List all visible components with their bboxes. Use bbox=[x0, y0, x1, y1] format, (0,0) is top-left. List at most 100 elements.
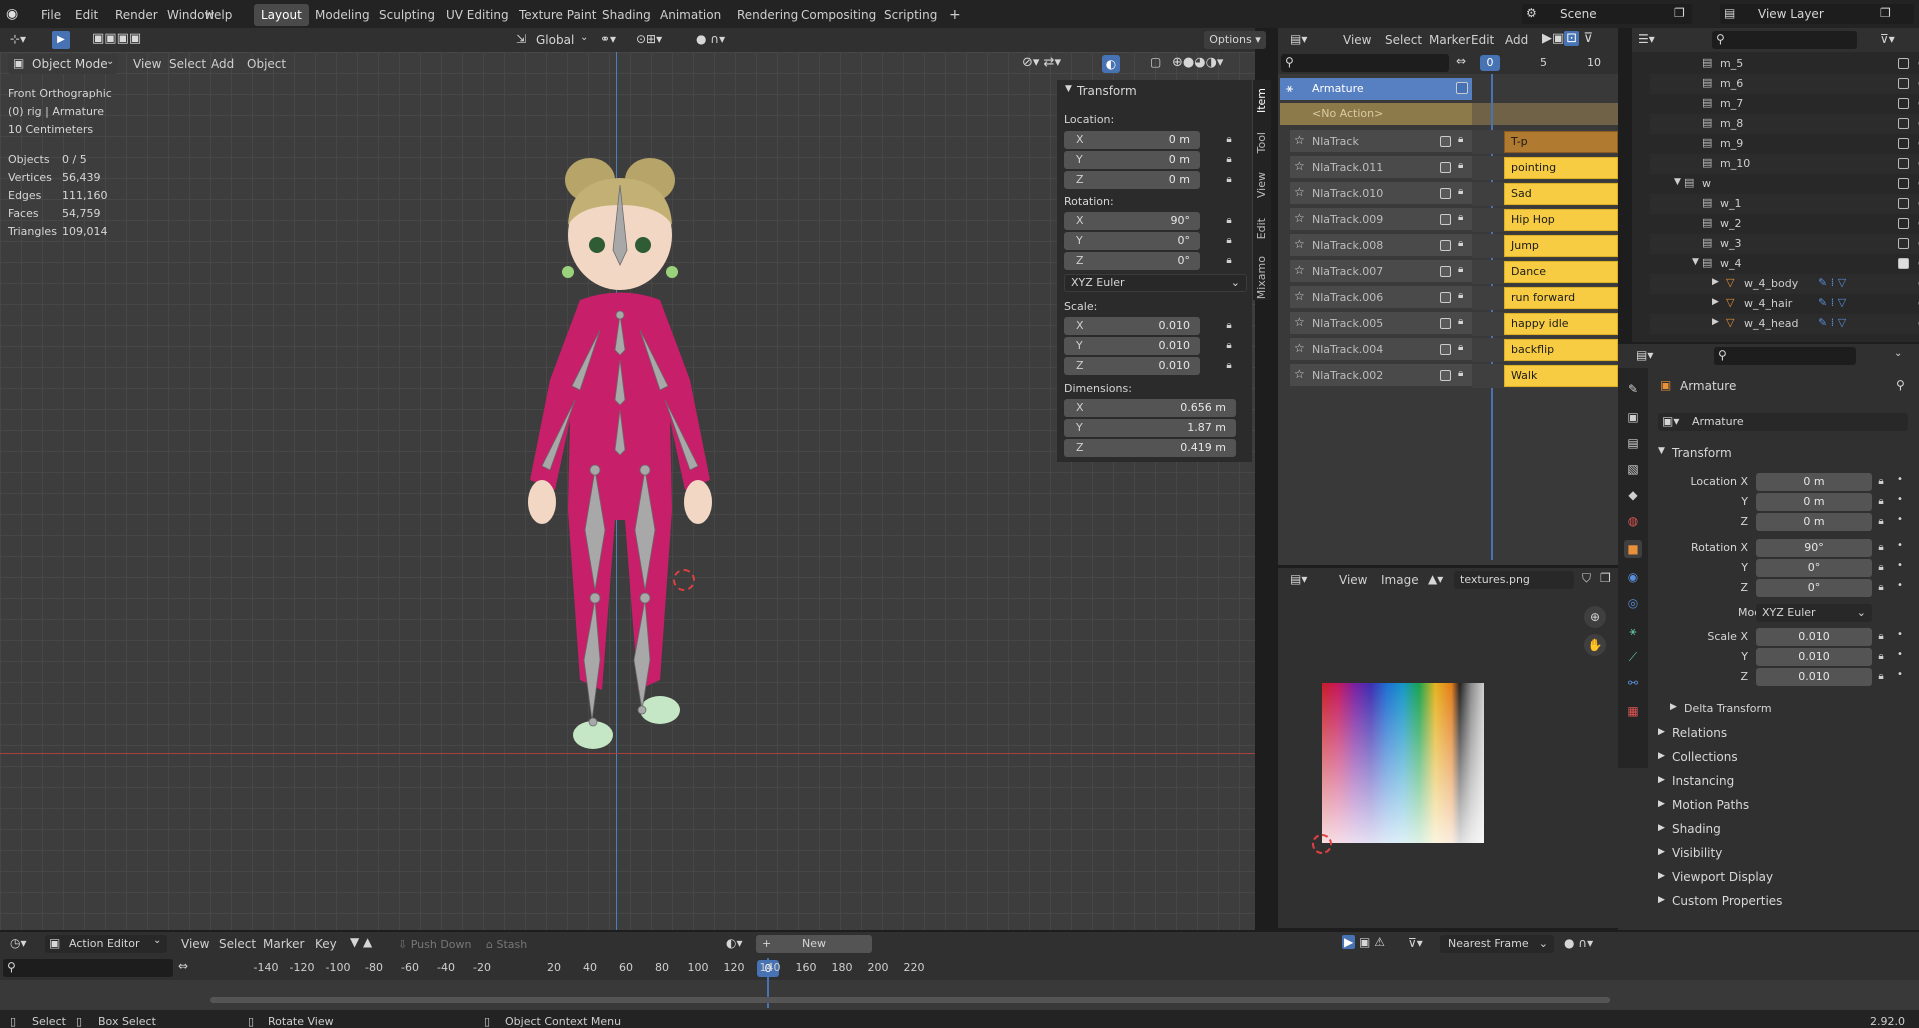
outliner-row[interactable]: ▤m_5◉ bbox=[1650, 54, 1919, 74]
outliner-row[interactable]: ▶▽w_4_body✎ ⁞ ▽◉ bbox=[1650, 274, 1919, 294]
chevron-right-icon[interactable]: ▶ bbox=[1712, 277, 1719, 287]
view-layer-tab-icon[interactable]: ▧ bbox=[1624, 460, 1642, 478]
prop-scale-field[interactable]: 0.010 bbox=[1756, 668, 1872, 686]
nla-strip[interactable]: Sad bbox=[1504, 183, 1618, 205]
lock-icon[interactable]: 🔒︎ bbox=[1458, 238, 1463, 249]
checkbox-icon[interactable] bbox=[1898, 138, 1909, 149]
add-workspace-button[interactable]: + bbox=[942, 4, 968, 26]
physics-tab-icon[interactable]: ◎ bbox=[1624, 594, 1642, 612]
lock-icon[interactable]: 🔒︎ bbox=[1224, 320, 1234, 332]
nla-menu-select[interactable]: Select bbox=[1380, 30, 1427, 50]
modifier-icons[interactable]: ✎ ⁞ ▽ bbox=[1818, 296, 1846, 309]
prop-rotation-field[interactable]: 90° bbox=[1756, 539, 1872, 557]
nla-track-row[interactable]: ☆ NlaTrack.008 🔒︎ bbox=[1290, 234, 1472, 258]
action-datablock-icon[interactable]: ◐▾ bbox=[726, 936, 743, 950]
outliner-search-input[interactable]: ⚲ bbox=[1712, 31, 1857, 49]
editor-type-icon[interactable]: ▤▾ bbox=[1290, 572, 1307, 586]
lock-icon[interactable]: 🔒︎ bbox=[1224, 360, 1234, 372]
nla-strip[interactable]: Jump bbox=[1504, 235, 1618, 257]
rotation-y-field[interactable]: Y 0° bbox=[1064, 232, 1200, 250]
prop-section-viewport-display[interactable]: ▶ Viewport Display bbox=[1652, 868, 1914, 888]
image-browse-icon[interactable]: ▲▾ bbox=[1428, 572, 1443, 586]
checkbox-icon[interactable] bbox=[1440, 266, 1451, 277]
modifier-icons[interactable]: ✎ ⁞ ▽ bbox=[1818, 276, 1846, 289]
lock-icon[interactable]: 🔒︎ bbox=[1876, 516, 1886, 528]
lock-icon[interactable]: 🔒︎ bbox=[1876, 651, 1886, 663]
action-mode-dropdown[interactable]: ▣ Action Editor ⌄ bbox=[45, 935, 167, 953]
nla-strip[interactable]: Dance bbox=[1504, 261, 1618, 283]
checkbox-icon[interactable] bbox=[1898, 198, 1909, 209]
checkbox-icon[interactable] bbox=[1898, 118, 1909, 129]
tab-modeling[interactable]: Modeling bbox=[308, 4, 377, 26]
action-search-input[interactable]: ⚲ bbox=[3, 959, 173, 977]
viewport-menu-object[interactable]: Object bbox=[242, 54, 291, 74]
menu-file[interactable]: File bbox=[34, 4, 68, 26]
chevron-down-icon[interactable]: ▼ bbox=[1674, 177, 1681, 187]
delta-transform-header[interactable]: ▶ Delta Transform bbox=[1664, 700, 1904, 718]
checkbox-icon[interactable] bbox=[1898, 98, 1909, 109]
scale-x-field[interactable]: X 0.010 bbox=[1064, 317, 1200, 335]
action-menu-select[interactable]: Select bbox=[214, 934, 261, 954]
keyframe-dot-icon[interactable]: • bbox=[1897, 580, 1903, 591]
nla-track-row[interactable]: ☆ NlaTrack.002 🔒︎ bbox=[1290, 364, 1472, 388]
viewport-menu-add[interactable]: Add bbox=[206, 54, 239, 74]
modifier-tab-icon[interactable]: ◉ bbox=[1624, 568, 1642, 586]
outliner-row[interactable]: ▤m_9◉ bbox=[1650, 134, 1919, 154]
n-tab-edit[interactable]: Edit bbox=[1255, 218, 1268, 239]
checkbox-icon[interactable] bbox=[1440, 344, 1451, 355]
action-menu-key[interactable]: Key bbox=[310, 934, 342, 954]
editor-type-icon[interactable]: ☰▾ bbox=[1638, 32, 1655, 46]
menu-render[interactable]: Render bbox=[108, 4, 165, 26]
checkbox-icon[interactable] bbox=[1456, 82, 1468, 94]
editor-type-icon[interactable]: ⊹▾ bbox=[10, 32, 26, 46]
image-menu-view[interactable]: View bbox=[1334, 570, 1372, 590]
select-mode-icons[interactable]: ▣▣▣▣ bbox=[92, 31, 141, 46]
lock-icon[interactable]: 🔒︎ bbox=[1876, 631, 1886, 643]
tab-layout[interactable]: Layout bbox=[254, 4, 309, 26]
pin-icon[interactable]: ⚲ bbox=[1896, 378, 1905, 392]
lock-icon[interactable]: 🔒︎ bbox=[1458, 264, 1463, 275]
action-menu-view[interactable]: View bbox=[176, 934, 214, 954]
nla-strip[interactable]: pointing bbox=[1504, 157, 1618, 179]
output-tab-icon[interactable]: ▤ bbox=[1624, 434, 1642, 452]
texture-tab-icon[interactable]: ▦ bbox=[1624, 702, 1642, 720]
overlay-toggle-icon[interactable]: ◐ bbox=[1102, 55, 1120, 73]
star-icon[interactable]: ☆ bbox=[1294, 289, 1305, 303]
shading-mode-icons[interactable]: ⊕●◕◑▾ bbox=[1172, 55, 1223, 70]
prop-section-relations[interactable]: ▶ Relations bbox=[1652, 724, 1914, 744]
lock-icon[interactable]: 🔒︎ bbox=[1876, 496, 1886, 508]
copy-icon[interactable]: ❐ bbox=[1880, 6, 1891, 20]
nla-strip[interactable]: happy idle bbox=[1504, 313, 1618, 335]
checkbox-icon[interactable] bbox=[1440, 214, 1451, 225]
nla-strip[interactable]: Hip Hop bbox=[1504, 209, 1618, 231]
snap-mode-dropdown[interactable]: Nearest Frame ⌄ bbox=[1440, 935, 1554, 953]
outliner-row[interactable]: ▤m_7◉ bbox=[1650, 94, 1919, 114]
lock-icon[interactable]: 🔒︎ bbox=[1458, 212, 1463, 223]
keyframe-dot-icon[interactable]: • bbox=[1897, 560, 1903, 571]
tab-compositing[interactable]: Compositing bbox=[794, 4, 883, 26]
properties-search-input[interactable]: ⚲ bbox=[1714, 347, 1856, 365]
checkbox-icon[interactable] bbox=[1440, 370, 1451, 381]
outliner-row[interactable]: ▤w_3◉ bbox=[1650, 234, 1919, 254]
pan-hand-icon[interactable]: ✋ bbox=[1584, 634, 1606, 656]
outliner-row[interactable]: ▶▽w_4_head✎ ⁞ ▽◉ bbox=[1650, 314, 1919, 334]
editor-type-icon[interactable]: ▤▾ bbox=[1290, 32, 1307, 46]
star-icon[interactable]: ☆ bbox=[1294, 133, 1305, 147]
image-name-field[interactable]: textures.png bbox=[1454, 571, 1574, 589]
dimension-y-field[interactable]: Y 1.87 m bbox=[1064, 419, 1236, 437]
tab-animation[interactable]: Animation bbox=[653, 4, 728, 26]
uv-cursor-icon[interactable] bbox=[1312, 834, 1332, 854]
action-scrollbar[interactable] bbox=[210, 997, 1610, 1003]
star-icon[interactable]: ☆ bbox=[1294, 237, 1305, 251]
location-x-field[interactable]: X 0 m bbox=[1064, 131, 1200, 149]
image-menu-image[interactable]: Image bbox=[1376, 570, 1424, 590]
checkbox-icon[interactable] bbox=[1898, 238, 1909, 249]
star-icon[interactable]: ☆ bbox=[1294, 185, 1305, 199]
lock-icon[interactable]: 🔒︎ bbox=[1458, 342, 1463, 353]
tool-tab-icon[interactable]: ✎ bbox=[1624, 380, 1642, 398]
prop-location-field[interactable]: 0 m bbox=[1756, 493, 1872, 511]
lock-icon[interactable]: 🔒︎ bbox=[1458, 316, 1463, 327]
dimension-x-field[interactable]: X 0.656 m bbox=[1064, 399, 1236, 417]
n-tab-view[interactable]: View bbox=[1255, 172, 1268, 198]
chevron-right-icon[interactable]: ▶ bbox=[1712, 297, 1719, 307]
